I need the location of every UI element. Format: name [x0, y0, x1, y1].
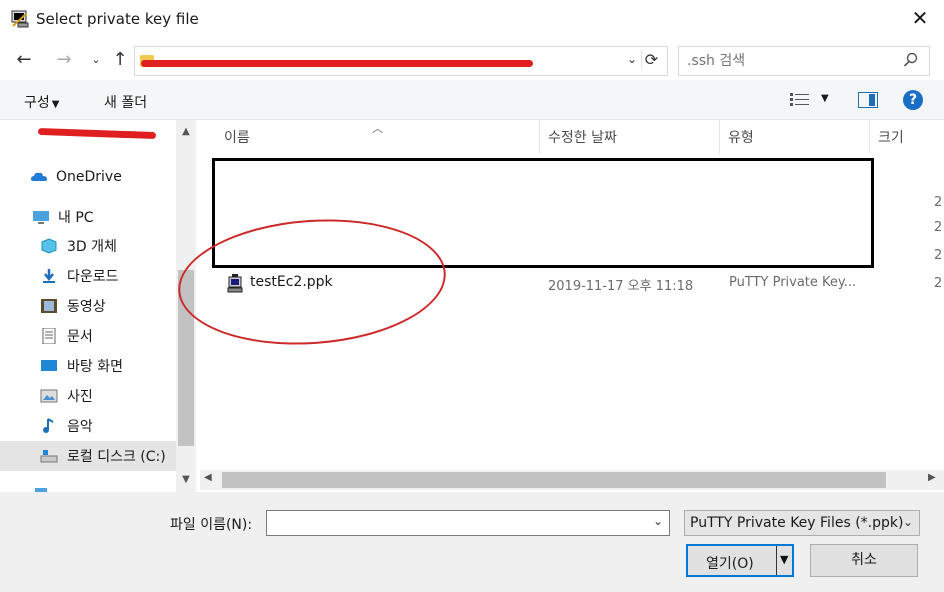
title-bar: Select private key file ✕ — [0, 0, 944, 38]
column-header-modified[interactable]: 수정한 날짜 — [548, 120, 617, 154]
refresh-icon[interactable]: ⟳ — [641, 50, 661, 70]
redaction-mark — [141, 60, 533, 67]
search-input[interactable] — [687, 53, 887, 69]
chevron-down-icon[interactable]: ⌄ — [653, 514, 663, 528]
file-modified: 2019-11-17 오후 11:18 — [548, 279, 694, 294]
column-divider[interactable] — [539, 120, 540, 154]
new-folder-button[interactable]: 새 폴더 — [104, 92, 147, 112]
nav-label: OneDrive — [56, 169, 122, 185]
music-icon — [43, 418, 54, 433]
network-icon — [35, 488, 47, 492]
search-box[interactable] — [678, 46, 930, 76]
nav-item-music[interactable]: 음악 — [0, 411, 176, 441]
3d-objects-icon — [41, 238, 57, 254]
organize-label: 구성 — [24, 95, 50, 111]
nav-item-network[interactable] — [0, 478, 176, 492]
cancel-button[interactable]: 취소 — [810, 544, 918, 577]
open-dropdown-arrow-icon[interactable]: ▼ — [780, 553, 788, 566]
scroll-thumb[interactable] — [222, 472, 886, 488]
nav-item-documents[interactable]: 문서 — [0, 321, 176, 351]
organize-menu[interactable]: 구성 ▼ — [24, 92, 59, 112]
chevron-down-icon[interactable]: ⌄ — [627, 52, 637, 66]
nav-label: 바탕 화면 — [67, 359, 123, 375]
navigation-pane: OneDrive 내 PC 3D 개체 다운로드 동영상 문서 바탕 화면 사진… — [0, 120, 196, 492]
search-icon[interactable] — [903, 52, 919, 68]
nav-label: 동영상 — [67, 299, 106, 315]
column-header-size[interactable]: 크기 — [878, 120, 904, 154]
file-dialog: Select private key file ✕ ← → ⌄ ↑ ⌄ ⟳ 구성… — [0, 0, 944, 592]
nav-item-desktop[interactable]: 바탕 화면 — [0, 351, 176, 381]
view-caret-icon[interactable]: ▼ — [821, 93, 829, 104]
nav-item-pictures[interactable]: 사진 — [0, 381, 176, 411]
size-fragment: 2 — [934, 195, 943, 210]
filename-label: 파일 이름(N): — [170, 517, 253, 533]
horizontal-scrollbar[interactable]: ◀ ▶ — [200, 470, 944, 490]
window-title: Select private key file — [36, 10, 199, 28]
sort-ascending-icon: ︿ — [372, 122, 383, 135]
nav-label: 사진 — [67, 389, 93, 405]
recent-locations-chevron-icon[interactable]: ⌄ — [84, 48, 108, 72]
column-divider[interactable] — [719, 120, 720, 154]
up-arrow-icon[interactable]: ↑ — [108, 48, 132, 72]
scroll-left-icon[interactable]: ◀ — [204, 472, 212, 483]
address-bar[interactable]: ⌄ ⟳ — [134, 46, 668, 76]
nav-label: 음악 — [67, 419, 93, 435]
back-arrow-icon[interactable]: ← — [12, 48, 36, 72]
chevron-down-icon: ⌄ — [902, 515, 913, 529]
view-options-icon[interactable] — [790, 93, 810, 107]
file-list: ︿ 이름 수정한 날짜 유형 크기 2 2 2 2 testEc2.ppk 20… — [174, 120, 944, 492]
nav-label: 내 PC — [58, 210, 94, 226]
pc-icon — [33, 211, 49, 224]
caret-down-icon: ▼ — [51, 99, 60, 110]
nav-item-this-pc[interactable]: 내 PC — [0, 202, 176, 232]
pictures-icon — [40, 389, 58, 403]
command-bar: 구성 ▼ 새 폴더 ▼ ? — [0, 80, 944, 120]
size-fragment: 2 — [934, 220, 943, 235]
scroll-down-icon[interactable]: ▼ — [176, 470, 196, 490]
scroll-up-icon[interactable]: ▲ — [176, 122, 196, 142]
forward-arrow-icon[interactable]: → — [52, 48, 76, 72]
open-label: 열기(O) — [706, 556, 754, 572]
file-type-filter[interactable]: PuTTY Private Key Files (*.ppk) ⌄ — [684, 510, 920, 536]
nav-item-downloads[interactable]: 다운로드 — [0, 261, 176, 291]
nav-item-local-disk[interactable]: 로컬 디스크 (C:) — [0, 441, 176, 471]
filename-input[interactable]: ⌄ — [266, 510, 670, 536]
nav-label: 문서 — [67, 329, 93, 345]
nav-label: 로컬 디스크 (C:) — [67, 449, 166, 465]
column-header-name[interactable]: 이름 — [224, 120, 250, 154]
nav-label: 다운로드 — [67, 269, 119, 285]
desktop-icon — [41, 360, 57, 371]
file-type: PuTTY Private Key... — [729, 275, 857, 290]
address-row: ← → ⌄ ↑ ⌄ ⟳ — [0, 42, 944, 78]
help-icon[interactable]: ? — [903, 90, 923, 110]
column-header-type[interactable]: 유형 — [728, 120, 754, 154]
nav-item-onedrive[interactable]: OneDrive — [0, 162, 176, 192]
nav-label: 3D 개체 — [67, 239, 117, 255]
size-fragment: 2 — [934, 276, 943, 291]
preview-pane-icon[interactable] — [858, 92, 878, 108]
putty-app-icon — [11, 10, 29, 28]
download-icon — [43, 269, 55, 283]
filter-value: PuTTY Private Key Files (*.ppk) — [690, 515, 904, 531]
nav-item-3d-objects[interactable]: 3D 개체 — [0, 231, 176, 261]
video-icon — [41, 299, 57, 313]
redaction-mark — [37, 127, 157, 140]
dialog-footer: 파일 이름(N): ⌄ PuTTY Private Key Files (*.p… — [0, 492, 944, 592]
document-icon — [42, 328, 56, 344]
column-divider[interactable] — [869, 120, 870, 154]
open-button[interactable]: 열기(O) ▼ — [686, 544, 794, 577]
scroll-right-icon[interactable]: ▶ — [928, 472, 936, 483]
onedrive-icon — [31, 172, 47, 181]
nav-item-videos[interactable]: 동영상 — [0, 291, 176, 321]
size-fragment: 2 — [934, 248, 943, 263]
drive-icon — [40, 450, 58, 463]
split-divider — [776, 546, 777, 575]
close-icon[interactable]: ✕ — [910, 8, 930, 28]
